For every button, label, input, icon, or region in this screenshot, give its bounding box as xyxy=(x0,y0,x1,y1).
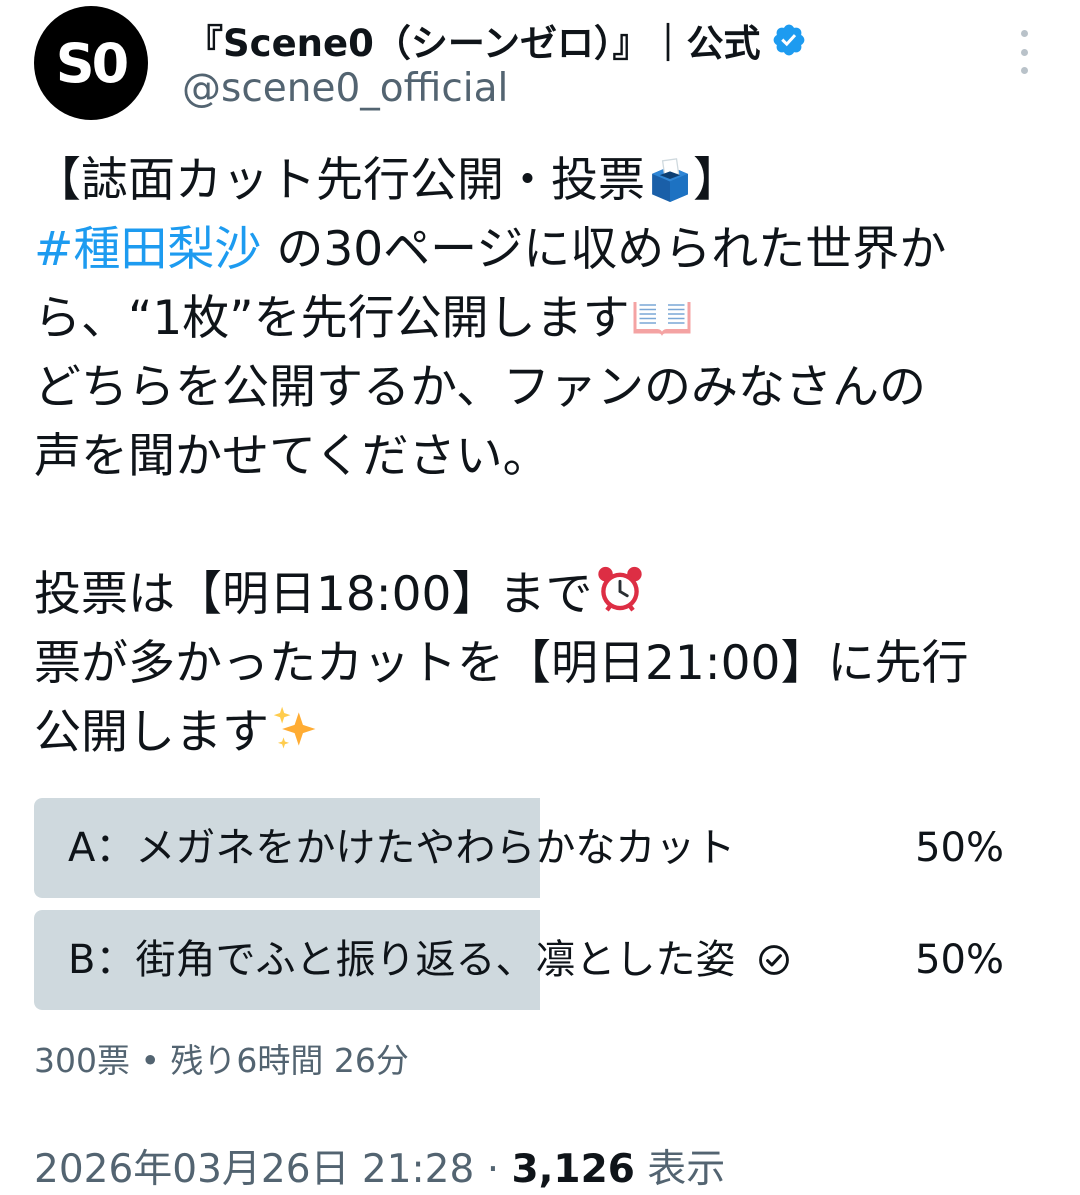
tweet-line: 声を聞かせてください。 xyxy=(34,429,550,484)
voted-check-icon xyxy=(759,945,790,975)
poll-option-b[interactable]: B：街角でふと振り返る、凛とした姿 50% xyxy=(34,910,1034,1010)
account-handle[interactable]: @scene0_official xyxy=(182,66,508,111)
poll-meta: 300票 • 残り6時間 26分 xyxy=(34,1041,409,1080)
tweet-timestamp[interactable]: 2026年03月26日 21:28 · xyxy=(34,1147,511,1192)
ballot-box-icon xyxy=(652,158,688,202)
poll-option-percent: 50% xyxy=(915,825,1004,871)
poll-option-label: A：メガネをかけたやわらかなカット xyxy=(68,825,736,871)
sparkles-icon xyxy=(273,706,316,749)
tweet-header: S0 『Scene0（シーンゼロ）』｜公式 @scene0_official xyxy=(0,0,1080,130)
tweet-line: 票が多かったカットを【明日21:00】に先行 xyxy=(34,636,969,691)
tweet-line: #種田梨沙 の30ページに収められた世界か xyxy=(34,222,947,277)
views-label: 表示 xyxy=(634,1147,726,1192)
poll-option-a[interactable]: A：メガネをかけたやわらかなカット 50% xyxy=(34,798,1034,898)
poll-option-percent: 50% xyxy=(915,937,1004,983)
tweet-line: ら、“1枚”を先行公開します xyxy=(34,284,1044,353)
display-name[interactable]: 『Scene0（シーンゼロ）』｜公式 xyxy=(186,13,761,67)
hashtag-link[interactable]: #種田梨沙 xyxy=(34,222,261,277)
tweet-line: 【誌面カット先行公開・投票】 xyxy=(34,153,740,208)
tweet-line: どちらを公開するか、ファンのみなさんの xyxy=(34,360,927,415)
views-count: 3,126 xyxy=(511,1147,635,1192)
avatar[interactable]: S0 xyxy=(34,6,148,120)
open-book-icon xyxy=(633,299,691,337)
tweet-line: 投票は【明日18:00】まで xyxy=(34,560,1044,629)
poll: A：メガネをかけたやわらかなカット 50% B：街角でふと振り返る、凛とした姿 … xyxy=(34,798,1034,1022)
more-options-icon[interactable] xyxy=(1004,30,1044,74)
alarm-clock-icon xyxy=(598,566,643,612)
poll-option-label: B：街角でふと振り返る、凛とした姿 xyxy=(68,910,791,1010)
verified-badge-icon xyxy=(773,24,804,56)
name-row: 『Scene0（シーンゼロ）』｜公式 xyxy=(186,14,807,66)
tweet-text: 【誌面カット先行公開・投票】 #種田梨沙 の30ページに収められた世界か ら、“… xyxy=(34,146,1044,767)
tweet-timestamp-row: 2026年03月26日 21:28 · 3,126 表示 xyxy=(34,1138,725,1194)
tweet-line: 公開します xyxy=(34,698,1044,767)
